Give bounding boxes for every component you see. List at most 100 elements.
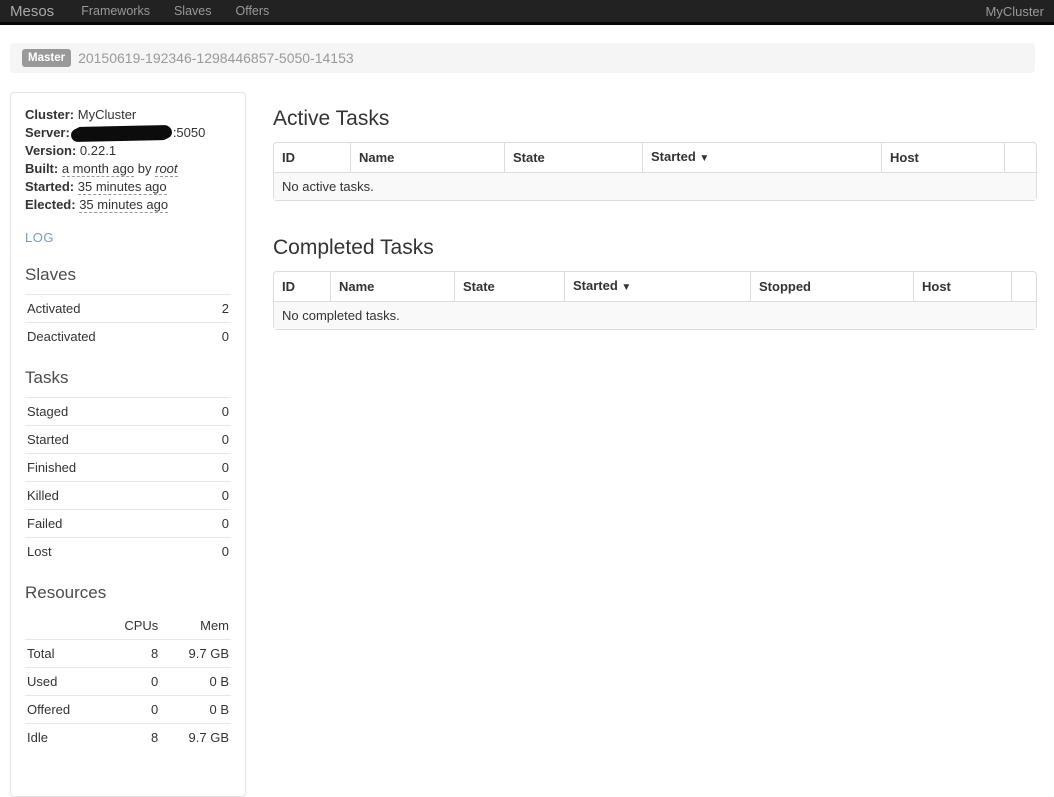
started-time-ago: 35 minutes ago	[78, 179, 167, 195]
tasks-row-staged: Staged0	[25, 398, 231, 426]
resources-label: Idle	[25, 724, 100, 752]
version-label: Version:	[25, 143, 76, 158]
resources-mem-value: 0 B	[160, 668, 231, 696]
active-empty-message: No active tasks.	[274, 172, 1036, 200]
resources-label: Offered	[25, 696, 100, 724]
column-header-name[interactable]: Name	[330, 272, 454, 301]
elected-label: Elected:	[25, 197, 76, 212]
column-header-stopped[interactable]: Stopped	[750, 272, 913, 301]
tasks-heading: Tasks	[25, 368, 231, 388]
tasks-label: Failed	[25, 510, 195, 538]
slaves-value: 2	[203, 295, 231, 323]
resources-row-total: Total89.7 GB	[25, 640, 231, 668]
completed-tasks-heading: Completed Tasks	[273, 235, 1035, 260]
sort-desc-icon: ▼	[621, 282, 631, 293]
version-info-line: Version: 0.22.1	[25, 142, 231, 160]
tasks-value: 0	[195, 398, 231, 426]
tasks-label: Staged	[25, 398, 195, 426]
resources-row-used: Used00 B	[25, 668, 231, 696]
resources-cpus-value: 8	[100, 724, 160, 752]
column-header-started[interactable]: Started ▼	[564, 272, 750, 301]
column-header-blank	[1011, 272, 1036, 301]
nav-item-slaves[interactable]: Slaves	[162, 4, 224, 18]
master-badge: Master	[22, 49, 71, 67]
tasks-table: Staged0Started0Finished0Killed0Failed0Lo…	[25, 397, 231, 565]
resources-row-offered: Offered00 B	[25, 696, 231, 724]
tasks-label: Killed	[25, 482, 195, 510]
version-value: 0.22.1	[80, 143, 116, 158]
active-tasks-heading: Active Tasks	[273, 106, 1035, 131]
top-navbar: Mesos FrameworksSlavesOffers MyCluster	[0, 0, 1054, 25]
resources-heading: Resources	[25, 583, 231, 603]
resources-label: Total	[25, 640, 100, 668]
resources-table: CPUsMemTotal89.7 GBUsed00 BOffered00 BId…	[25, 612, 231, 751]
column-header-host[interactable]: Host	[881, 143, 1004, 172]
cluster-label: Cluster:	[25, 107, 74, 122]
slaves-label: Deactivated	[25, 323, 203, 351]
built-label: Built:	[25, 161, 58, 176]
active-empty-row: No active tasks.	[274, 172, 1036, 200]
active-tasks-table: IDNameStateStarted ▼Host No active tasks…	[273, 142, 1037, 201]
started-info-line: Started: 35 minutes ago	[25, 178, 231, 196]
tasks-value: 0	[195, 482, 231, 510]
sort-desc-icon: ▼	[699, 153, 709, 164]
tasks-label: Finished	[25, 454, 195, 482]
cluster-info-line: Cluster: MyCluster	[25, 106, 231, 124]
tasks-value: 0	[195, 510, 231, 538]
column-header-id[interactable]: ID	[274, 272, 330, 301]
slaves-table: Activated2Deactivated0	[25, 294, 231, 350]
started-label: Started:	[25, 179, 74, 194]
column-header-id[interactable]: ID	[274, 143, 350, 172]
completed-empty-message: No completed tasks.	[274, 301, 1036, 329]
completed-tasks-table: IDNameStateStarted ▼StoppedHost No compl…	[273, 271, 1037, 330]
elected-info-line: Elected: 35 minutes ago	[25, 196, 231, 214]
column-header-state[interactable]: State	[454, 272, 564, 301]
built-time-ago: a month ago	[62, 161, 134, 177]
tasks-row-killed: Killed0	[25, 482, 231, 510]
slaves-value: 0	[203, 323, 231, 351]
slaves-row-activated: Activated2	[25, 295, 231, 323]
tasks-value: 0	[195, 454, 231, 482]
built-info-line: Built: a month ago by root	[25, 160, 231, 178]
breadcrumb: Master 20150619-192346-1298446857-5050-1…	[10, 43, 1035, 73]
log-link[interactable]: LOG	[25, 230, 54, 245]
resources-header-cpus: CPUs	[100, 612, 160, 640]
brand-link-mesos[interactable]: Mesos	[10, 3, 54, 20]
column-header-started[interactable]: Started ▼	[642, 143, 881, 172]
resources-mem-value: 9.7 GB	[160, 724, 231, 752]
elected-time-ago: 35 minutes ago	[79, 197, 168, 213]
redacted-server-ip	[73, 126, 170, 141]
nav-item-offers[interactable]: Offers	[223, 4, 281, 18]
completed-empty-row: No completed tasks.	[274, 301, 1036, 329]
tasks-value: 0	[195, 426, 231, 454]
tasks-label: Lost	[25, 538, 195, 566]
resources-cpus-value: 0	[100, 696, 160, 724]
resources-header-row: CPUsMem	[25, 612, 231, 640]
tasks-row-finished: Finished0	[25, 454, 231, 482]
resources-label: Used	[25, 668, 100, 696]
sidebar-panel: Cluster: MyCluster Server: :5050 Version:…	[10, 92, 246, 797]
built-user: root	[155, 161, 177, 177]
server-label: Server:	[25, 125, 70, 140]
tasks-row-lost: Lost0	[25, 538, 231, 566]
slaves-heading: Slaves	[25, 265, 231, 285]
master-id: 20150619-192346-1298446857-5050-14153	[78, 50, 354, 66]
main-content: Active Tasks IDNameStateStarted ▼Host No…	[273, 92, 1035, 330]
column-header-host[interactable]: Host	[913, 272, 1011, 301]
resources-header-blank	[25, 612, 100, 640]
navbar-cluster-name: MyCluster	[985, 4, 1044, 19]
server-port: :5050	[173, 125, 206, 140]
nav-menu: FrameworksSlavesOffers	[69, 2, 281, 20]
column-header-name[interactable]: Name	[350, 143, 504, 172]
resources-row-idle: Idle89.7 GB	[25, 724, 231, 752]
tasks-row-started: Started0	[25, 426, 231, 454]
built-by-text: by	[138, 161, 152, 176]
slaves-label: Activated	[25, 295, 203, 323]
resources-mem-value: 0 B	[160, 696, 231, 724]
resources-cpus-value: 8	[100, 640, 160, 668]
column-header-state[interactable]: State	[504, 143, 642, 172]
resources-cpus-value: 0	[100, 668, 160, 696]
resources-mem-value: 9.7 GB	[160, 640, 231, 668]
nav-item-frameworks[interactable]: Frameworks	[69, 4, 162, 18]
resources-header-mem: Mem	[160, 612, 231, 640]
